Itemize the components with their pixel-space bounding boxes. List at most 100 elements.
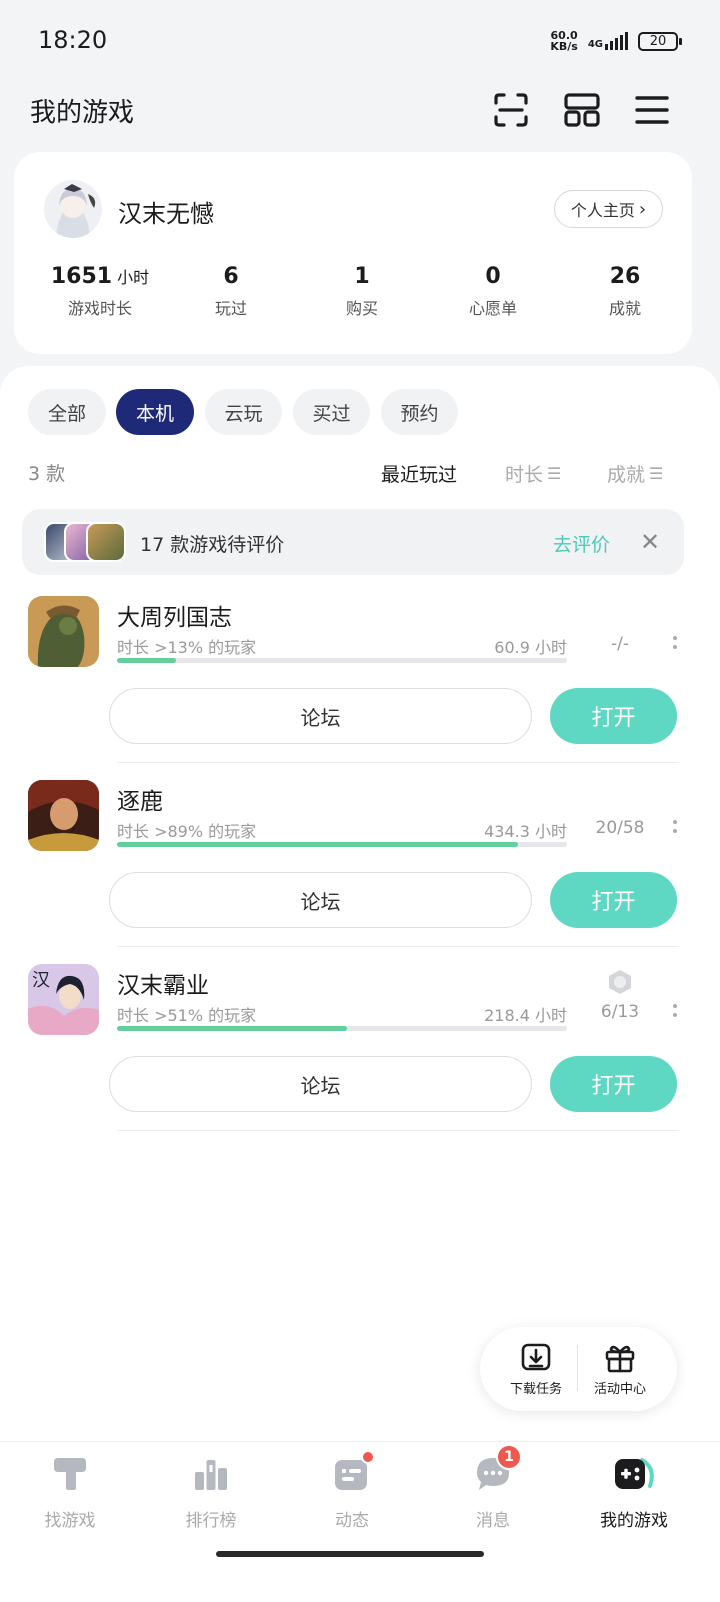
grid-icon[interactable] — [562, 90, 602, 130]
nav-my-games[interactable]: 我的游戏 — [574, 1452, 694, 1531]
game-count: 3 款 — [28, 463, 66, 485]
game-icon[interactable] — [28, 780, 99, 851]
sort-achievements[interactable]: 成就 ☰ — [607, 460, 663, 487]
nav-feed[interactable]: 动态 — [292, 1452, 412, 1531]
avatar[interactable] — [44, 180, 102, 238]
svg-text:汉: 汉 — [32, 970, 50, 991]
stat-label: 成就 — [608, 299, 641, 318]
pending-review-game-icons — [44, 522, 126, 562]
profile-card — [14, 152, 692, 354]
stat-label: 心愿单 — [468, 299, 517, 318]
stat-value: 0 — [485, 264, 501, 289]
sort-label: 时长 — [505, 464, 544, 486]
filter-chip-bought[interactable]: 买过 — [293, 389, 370, 435]
sort-icon: ☰ — [649, 464, 664, 483]
battery-icon: 20 — [638, 31, 682, 51]
playtime-progress-bar — [117, 658, 567, 663]
sort-playtime[interactable]: 时长 ☰ — [505, 460, 561, 487]
game-playtime-rank: 时长 >51% 的玩家 — [117, 1006, 257, 1025]
nav-label: 消息 — [476, 1511, 510, 1531]
page-title: 我的游戏 — [30, 98, 135, 128]
gift-icon — [605, 1345, 635, 1373]
chevron-right-icon: › — [638, 198, 647, 220]
forum-button[interactable]: 论坛 — [109, 872, 532, 928]
filter-chip-cloud[interactable]: 云玩 — [205, 389, 282, 435]
game-icon[interactable] — [28, 596, 99, 667]
game-title[interactable]: 逐鹿 — [117, 782, 163, 816]
stat-played[interactable]: 6 玩过 — [166, 264, 296, 319]
rankings-icon — [195, 1460, 227, 1490]
filter-chip-local[interactable]: 本机 — [116, 389, 194, 435]
forum-button[interactable]: 论坛 — [109, 1056, 532, 1112]
achievement-count: 6/13 — [600, 1002, 640, 1022]
playtime-progress-fill — [117, 842, 518, 847]
nav-messages[interactable]: 消息 — [433, 1452, 553, 1531]
find-games-icon — [54, 1458, 86, 1490]
open-game-button[interactable]: 打开 — [550, 1056, 677, 1112]
download-tasks-label: 下载任务 — [509, 1382, 562, 1397]
gamepad-icon — [615, 1458, 654, 1489]
game-hours: 218.4 小时 — [484, 1006, 567, 1025]
more-options-icon[interactable] — [670, 820, 680, 838]
stat-value: 1 — [354, 264, 370, 289]
game-playtime-rank: 时长 >89% 的玩家 — [117, 822, 257, 841]
activity-center-button[interactable]: 活动中心 — [575, 1340, 665, 1397]
stat-achievements[interactable]: 26 成就 — [560, 264, 690, 319]
open-game-button[interactable]: 打开 — [550, 872, 677, 928]
stat-label: 玩过 — [214, 299, 247, 318]
stat-label: 游戏时长 — [67, 299, 132, 318]
profile-home-label: 个人主页 — [570, 201, 635, 220]
review-action-link[interactable]: 去评价 — [553, 530, 610, 557]
status-time: 18:20 — [38, 26, 108, 54]
nav-rankings[interactable]: 排行榜 — [151, 1452, 271, 1531]
forum-button[interactable]: 论坛 — [109, 688, 532, 744]
filter-chip-reserved[interactable]: 预约 — [381, 389, 458, 435]
home-indicator[interactable] — [216, 1551, 484, 1557]
notification-dot — [361, 1450, 375, 1464]
nav-label: 找游戏 — [44, 1511, 96, 1531]
game-hours: 434.3 小时 — [484, 822, 567, 841]
nav-label: 我的游戏 — [600, 1511, 668, 1531]
filter-chip-all[interactable]: 全部 — [28, 389, 106, 435]
playtime-progress-bar — [117, 842, 567, 847]
game-title[interactable]: 大周列国志 — [117, 598, 232, 632]
sort-label: 成就 — [607, 464, 646, 486]
message-count-badge: 1 — [496, 1444, 522, 1470]
profile-home-button[interactable]: 个人主页 › — [554, 190, 663, 228]
stat-playtime[interactable]: 1651 小时 游戏时长 — [35, 264, 165, 319]
stat-wishlist[interactable]: 0 心愿单 — [428, 264, 558, 319]
sort-recent[interactable]: 最近玩过 — [381, 460, 457, 487]
more-options-icon[interactable] — [670, 1004, 680, 1022]
close-icon[interactable]: ✕ — [640, 528, 660, 556]
open-game-button[interactable]: 打开 — [550, 688, 677, 744]
stat-value: 6 — [223, 264, 239, 289]
network-type: 4G — [587, 39, 603, 50]
signal-icon — [605, 32, 628, 50]
game-thumbnail — [86, 522, 126, 562]
nav-find-games[interactable]: 找游戏 — [10, 1452, 130, 1531]
nav-label: 排行榜 — [185, 1511, 237, 1531]
achievement-count: 20/58 — [595, 818, 645, 838]
achievement-badge-icon — [606, 968, 634, 996]
download-icon — [521, 1343, 551, 1371]
scan-icon[interactable] — [491, 90, 531, 130]
divider — [117, 762, 679, 763]
playtime-progress-fill — [117, 658, 176, 663]
download-tasks-button[interactable]: 下载任务 — [491, 1340, 581, 1397]
status-indicators: 60.0 KB/s 4G 20 — [550, 30, 682, 52]
game-title[interactable]: 汉末霸业 — [117, 966, 209, 1000]
divider — [117, 946, 679, 947]
menu-icon[interactable] — [632, 90, 672, 130]
divider — [117, 1130, 679, 1131]
activity-center-label: 活动中心 — [593, 1382, 646, 1397]
more-options-icon[interactable] — [670, 636, 680, 654]
playtime-progress-bar — [117, 1026, 567, 1031]
game-hours: 60.9 小时 — [494, 638, 567, 657]
stat-purchased[interactable]: 1 购买 — [297, 264, 427, 319]
game-icon[interactable]: 汉 — [28, 964, 99, 1035]
stat-unit: 小时 — [117, 268, 150, 287]
game-playtime-rank: 时长 >13% 的玩家 — [117, 638, 257, 657]
nav-label: 动态 — [335, 1511, 369, 1531]
playtime-progress-fill — [117, 1026, 347, 1031]
sort-icon: ☰ — [547, 464, 562, 483]
